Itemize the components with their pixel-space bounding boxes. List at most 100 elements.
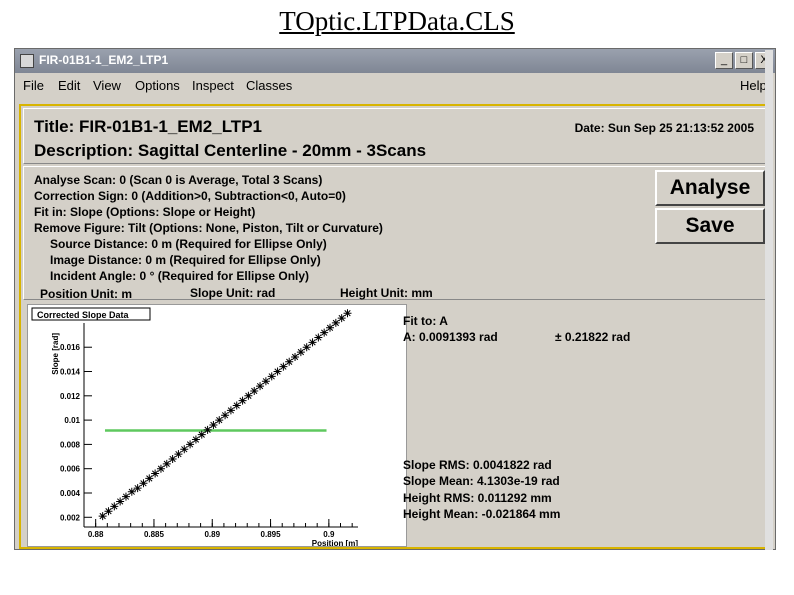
menu-help[interactable]: Help (740, 78, 767, 93)
source-distance-field[interactable]: Source Distance: 0 m (Required for Ellip… (50, 237, 327, 251)
data-point (139, 479, 148, 488)
x-tick-label: 0.9 (323, 530, 335, 539)
data-point (168, 454, 177, 463)
star-marker (203, 425, 212, 434)
position-unit-field[interactable]: Position Unit: m (40, 287, 132, 301)
data-point (291, 352, 300, 361)
fit-a-row: A: 0.0091393 rad (403, 330, 498, 344)
menu-view[interactable]: View (93, 78, 121, 93)
x-axis-label: Position [m] (312, 539, 359, 546)
star-marker (156, 464, 165, 473)
x-tick-label: 0.88 (88, 530, 104, 539)
data-point (209, 420, 218, 429)
star-marker (209, 420, 218, 429)
star-marker (308, 338, 317, 347)
star-marker (151, 469, 160, 478)
data-point (337, 314, 346, 323)
menu-classes[interactable]: Classes (246, 78, 292, 93)
results-panel: Corrected Slope Data 0.002 0.004 0.006 0.008… (23, 302, 767, 548)
data-point (151, 469, 160, 478)
image-distance-field[interactable]: Image Distance: 0 m (Required for Ellips… (50, 253, 321, 267)
header-panel: Title: FIR-01B1-1_EM2_LTP1 Description: … (23, 108, 767, 164)
plot-canvas[interactable]: Corrected Slope Data 0.002 0.004 0.006 0.008… (27, 304, 407, 548)
data-point (256, 382, 265, 391)
record-date: Date: Sun Sep 25 21:13:52 2005 (574, 121, 754, 135)
parameters-panel: Analyse Scan: 0 (Scan 0 is Average, Tota… (23, 166, 767, 301)
menu-file[interactable]: File (23, 78, 44, 93)
height-unit-field[interactable]: Height Unit: mm (340, 286, 433, 300)
star-marker (226, 406, 235, 415)
analyse-scan-field[interactable]: Analyse Scan: 0 (Scan 0 is Average, Tota… (34, 173, 322, 187)
menu-options[interactable]: Options (135, 78, 180, 93)
slope-unit-field[interactable]: Slope Unit: rad (190, 286, 275, 300)
data-point (331, 318, 340, 327)
data-point (296, 348, 305, 357)
data-point (244, 391, 253, 400)
maximize-button[interactable]: □ (735, 52, 753, 69)
star-marker (180, 445, 189, 454)
data-point (302, 343, 311, 352)
star-marker (337, 314, 346, 323)
star-marker (168, 454, 177, 463)
save-button[interactable]: Save (655, 208, 765, 244)
incident-angle-field[interactable]: Incident Angle: 0 ° (Required for Ellips… (50, 269, 309, 283)
y-tick-label: 0.014 (60, 368, 81, 377)
data-point (121, 492, 130, 501)
data-point (326, 323, 335, 332)
star-marker (302, 343, 311, 352)
analyse-button[interactable]: Analyse (655, 170, 765, 206)
menu-edit[interactable]: Edit (58, 78, 80, 93)
star-marker (326, 323, 335, 332)
data-point (127, 487, 136, 496)
data-point (180, 445, 189, 454)
star-marker (127, 487, 136, 496)
data-point (267, 372, 276, 381)
x-tick-label: 0.885 (144, 530, 165, 539)
data-point (261, 377, 270, 386)
star-marker (285, 357, 294, 366)
menu-inspect[interactable]: Inspect (192, 78, 234, 93)
minimize-button[interactable]: _ (715, 52, 733, 69)
title-bar[interactable]: FIR-01B1-1_EM2_LTP1 _ □ X (15, 49, 775, 73)
star-marker (232, 401, 241, 410)
star-marker (110, 502, 119, 511)
data-point (162, 459, 171, 468)
star-marker (162, 459, 171, 468)
slope-chart: Corrected Slope Data 0.002 0.004 0.006 0.008… (31, 307, 359, 548)
star-marker (221, 411, 230, 420)
fit-to-label: Fit to: A (403, 314, 448, 328)
data-point (250, 386, 259, 395)
star-marker (186, 440, 195, 449)
data-point (156, 464, 165, 473)
star-marker (291, 352, 300, 361)
outer-scrollbar[interactable] (765, 50, 773, 550)
data-point (232, 401, 241, 410)
star-marker (261, 377, 270, 386)
record-description: Description: Sagittal Centerline - 20mm … (34, 141, 427, 160)
correction-sign-field[interactable]: Correction Sign: 0 (Addition>0, Subtract… (34, 189, 346, 203)
star-marker (98, 512, 107, 521)
data-point (343, 309, 352, 318)
star-marker (121, 492, 130, 501)
star-marker (267, 372, 276, 381)
star-marker (238, 396, 247, 405)
slide-title: TOptic.LTPData.CLS (279, 6, 515, 36)
data-point (104, 507, 113, 516)
fit-a-label: A (403, 330, 412, 344)
record-title: Title: FIR-01B1-1_EM2_LTP1 (34, 117, 262, 136)
fit-in-field[interactable]: Fit in: Slope (Options: Slope or Height) (34, 205, 255, 219)
menu-bar: File Edit View Options Inspect Classes H… (15, 75, 775, 97)
remove-figure-field[interactable]: Remove Figure: Tilt (Options: None, Pist… (34, 221, 383, 235)
data-point (320, 328, 329, 337)
star-marker (215, 416, 224, 425)
data-point (174, 450, 183, 459)
y-tick-label: 0.016 (60, 343, 81, 352)
y-axis-label: Slope [rad] (51, 333, 60, 375)
data-point (215, 416, 224, 425)
app-icon[interactable] (20, 54, 34, 68)
data-point (314, 333, 323, 342)
data-point (308, 338, 317, 347)
star-marker (279, 362, 288, 371)
star-marker (116, 497, 125, 506)
data-point (279, 362, 288, 371)
